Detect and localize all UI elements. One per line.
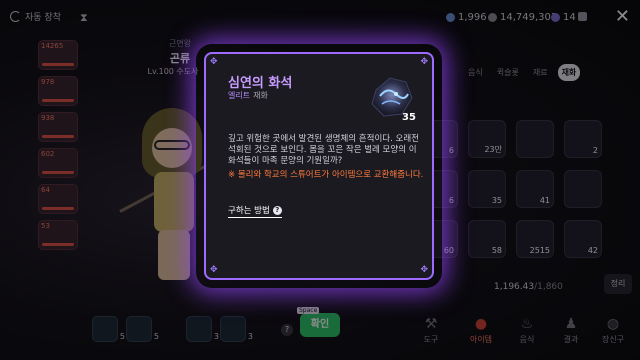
corner-ornament-icon: ✥ — [210, 57, 218, 67]
item-name: 심연의 화석 — [228, 76, 293, 91]
corner-ornament-icon: ✥ — [210, 265, 218, 275]
item-detail-modal: ✥ ✥ ✥ ✥ 심연의 화석 엘리트 재화 35 깊고 위험한 곳에서 발견된 생… — [204, 52, 434, 280]
how-to-obtain-link[interactable]: 구하는 방법 ? — [228, 204, 282, 218]
item-exchange-notice: ※ 몰리와 학교의 스튜어트가 아이템으로 교환해줍니다. — [228, 170, 424, 180]
item-category: 재화 — [253, 91, 268, 100]
how-to-obtain-label: 구하는 방법 — [228, 206, 270, 216]
item-grade: 엘리트 — [228, 91, 251, 100]
item-description: 깊고 위험한 곳에서 발견된 생명체의 흔적이다. 오래전 석회된 것으로 보인… — [228, 134, 419, 166]
corner-ornament-icon: ✥ — [420, 57, 428, 67]
item-count: 35 — [402, 112, 416, 123]
question-icon: ? — [272, 205, 282, 215]
item-grade-category: 엘리트 재화 — [228, 90, 268, 101]
corner-ornament-icon: ✥ — [420, 265, 428, 275]
